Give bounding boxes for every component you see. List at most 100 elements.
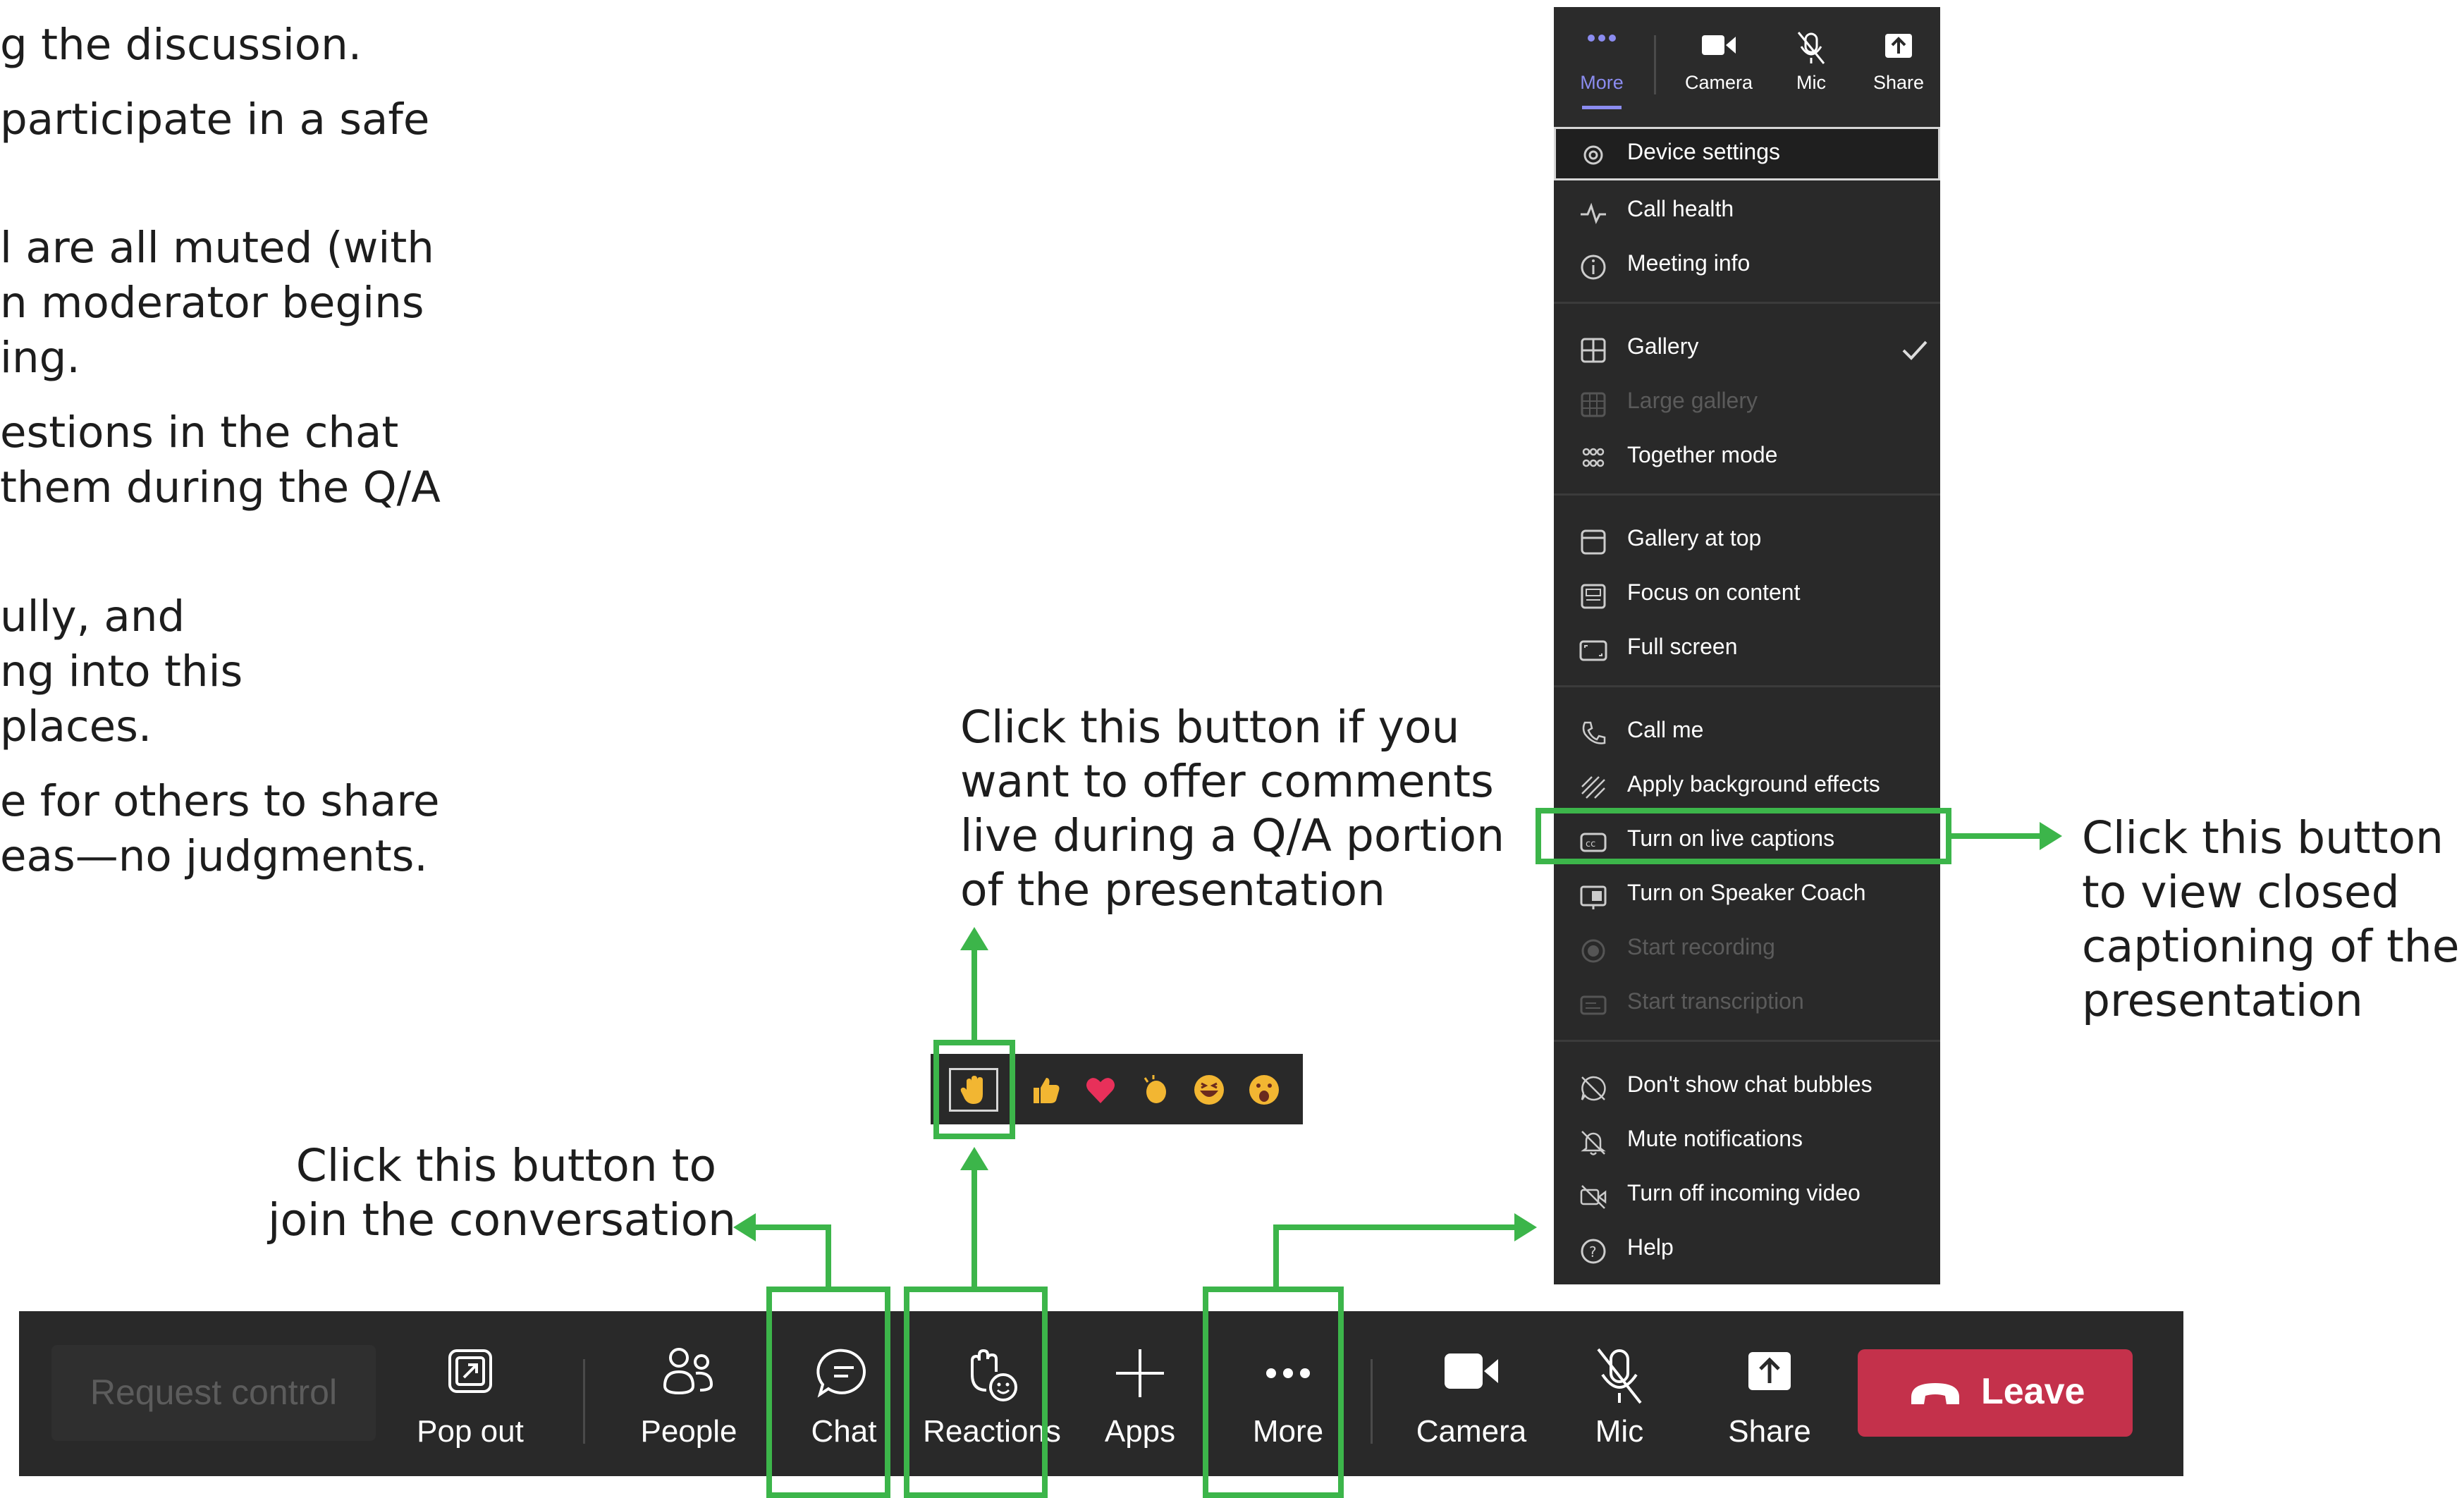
help-icon: ? bbox=[1581, 1239, 1606, 1264]
hang-up-icon bbox=[1911, 1383, 1959, 1404]
leave-label: Leave bbox=[1981, 1371, 2085, 1412]
share-icon bbox=[1885, 34, 1912, 58]
grid-icon bbox=[1581, 338, 1606, 363]
menu-item-label: Large gallery bbox=[1627, 388, 1758, 413]
leave-button[interactable]: Leave bbox=[1858, 1349, 2133, 1437]
more-highlight-box bbox=[1203, 1287, 1344, 1498]
menu-item-label: Device settings bbox=[1627, 139, 1780, 164]
ellipsis-icon bbox=[1588, 35, 1616, 42]
phone-icon bbox=[1582, 721, 1606, 744]
speaker-coach-icon bbox=[1580, 885, 1607, 909]
thumbs-up-icon[interactable] bbox=[1029, 1074, 1062, 1106]
focus-content-icon bbox=[1581, 584, 1606, 609]
menu-item-meeting-info[interactable]: Meeting info bbox=[1554, 240, 1940, 290]
chat-bubble-off-icon bbox=[1581, 1076, 1606, 1101]
bell-off-icon bbox=[1581, 1131, 1606, 1155]
camera-icon bbox=[1702, 35, 1736, 55]
menu-item-mute-notifications[interactable]: Mute notifications bbox=[1554, 1116, 1940, 1165]
menu-item-label: Start transcription bbox=[1627, 988, 1804, 1014]
menu-item-start-transcription: Start transcription bbox=[1554, 978, 1940, 1028]
menu-item-label: Focus on content bbox=[1627, 579, 1801, 605]
share-label: Share bbox=[1728, 1414, 1811, 1449]
request-control-label: Request control bbox=[90, 1373, 338, 1412]
fullscreen-icon bbox=[1579, 640, 1607, 661]
menu-item-gallery[interactable]: Gallery bbox=[1554, 324, 1940, 373]
divider bbox=[1654, 35, 1656, 94]
menu-item-gallery-at-top[interactable]: Gallery at top bbox=[1554, 515, 1940, 565]
toolbar-divider bbox=[1371, 1359, 1373, 1444]
gallery-top-icon bbox=[1581, 529, 1606, 555]
mic-button[interactable]: Mic bbox=[1556, 1311, 1683, 1476]
menu-separator bbox=[1554, 1040, 1940, 1042]
menu-item-call-me[interactable]: Call me bbox=[1554, 707, 1940, 756]
camera-icon bbox=[1445, 1353, 1498, 1389]
clapping-hands-icon[interactable] bbox=[1139, 1074, 1172, 1106]
mic-muted-icon bbox=[1597, 1348, 1642, 1404]
menu-item-label: Full screen bbox=[1627, 634, 1738, 659]
menu-item-label: Together mode bbox=[1627, 442, 1778, 467]
menu-item-label: Turn off incoming video bbox=[1627, 1180, 1861, 1205]
captions-highlight-box bbox=[1536, 808, 1951, 864]
menu-item-full-screen[interactable]: Full screen bbox=[1554, 624, 1940, 673]
menu-item-label: Mute notifications bbox=[1627, 1126, 1803, 1151]
meeting-toolbar: Request control Pop out People Chat Reac… bbox=[19, 1311, 2183, 1476]
menu-item-apply-background[interactable]: Apply background effects bbox=[1554, 761, 1940, 811]
pulse-icon bbox=[1581, 202, 1606, 224]
more-options-menu: More Camera Mic Share Device settings Ca… bbox=[1554, 7, 1940, 1284]
menu-item-label: Call me bbox=[1627, 717, 1704, 742]
raise-hand-highlight-box bbox=[933, 1040, 1015, 1139]
menu-item-label: Start recording bbox=[1627, 934, 1775, 959]
menu-item-label: Don't show chat bubbles bbox=[1627, 1072, 1872, 1097]
menu-item-speaker-coach[interactable]: Turn on Speaker Coach bbox=[1554, 870, 1940, 919]
menu-item-call-health[interactable]: Call health bbox=[1554, 186, 1940, 235]
checkmark-icon bbox=[1902, 340, 1927, 360]
menu-item-together-mode[interactable]: Together mode bbox=[1554, 432, 1940, 481]
menu-camera-button[interactable]: Camera bbox=[1675, 7, 1763, 127]
popout-label: Pop out bbox=[417, 1414, 524, 1449]
menu-share-button[interactable]: Share bbox=[1860, 7, 1937, 127]
surprised-face-icon[interactable] bbox=[1248, 1074, 1280, 1106]
menu-item-device-settings[interactable]: Device settings bbox=[1554, 127, 1940, 180]
share-button[interactable]: Share bbox=[1706, 1311, 1833, 1476]
camera-button[interactable]: Camera bbox=[1401, 1311, 1542, 1476]
menu-item-label: Turn on Speaker Coach bbox=[1627, 880, 1866, 905]
toolbar-divider bbox=[583, 1359, 585, 1444]
camera-label: Camera bbox=[1416, 1414, 1527, 1449]
menu-separator bbox=[1554, 493, 1940, 496]
menu-item-focus-on-content[interactable]: Focus on content bbox=[1554, 570, 1940, 619]
menu-item-label: Meeting info bbox=[1627, 250, 1751, 276]
gear-icon bbox=[1583, 145, 1603, 165]
laughing-face-icon[interactable] bbox=[1193, 1074, 1225, 1106]
menu-item-start-recording: Start recording bbox=[1554, 924, 1940, 974]
menu-separator bbox=[1554, 302, 1940, 304]
menu-more-button[interactable]: More bbox=[1564, 7, 1640, 127]
svg-text:?: ? bbox=[1589, 1244, 1597, 1260]
request-control-button: Request control bbox=[51, 1345, 376, 1441]
record-icon bbox=[1581, 939, 1605, 963]
menu-separator bbox=[1554, 685, 1940, 687]
transcription-icon bbox=[1580, 995, 1607, 1015]
apps-button[interactable]: Apps bbox=[1077, 1311, 1203, 1476]
menu-camera-label: Camera bbox=[1684, 72, 1753, 93]
heart-icon[interactable] bbox=[1084, 1074, 1117, 1106]
plus-icon bbox=[1116, 1349, 1164, 1397]
popout-icon bbox=[448, 1349, 492, 1393]
chat-highlight-box bbox=[766, 1287, 890, 1498]
mic-label: Mic bbox=[1595, 1414, 1644, 1449]
annotation-arrows bbox=[733, 822, 2062, 1287]
menu-item-label: Help bbox=[1627, 1234, 1674, 1260]
menu-mic-button[interactable]: Mic bbox=[1772, 7, 1850, 127]
share-icon bbox=[1748, 1352, 1791, 1390]
popout-button[interactable]: Pop out bbox=[414, 1311, 527, 1476]
active-indicator bbox=[1582, 106, 1622, 109]
menu-share-label: Share bbox=[1872, 72, 1925, 93]
info-icon bbox=[1581, 254, 1606, 280]
video-off-icon bbox=[1580, 1185, 1607, 1209]
people-button[interactable]: People bbox=[625, 1311, 752, 1476]
menu-item-label: Gallery at top bbox=[1627, 525, 1762, 551]
menu-item-incoming-video[interactable]: Turn off incoming video bbox=[1554, 1170, 1940, 1220]
people-icon bbox=[663, 1348, 713, 1395]
menu-item-help[interactable]: ? Help bbox=[1554, 1224, 1940, 1274]
menu-item-chat-bubbles[interactable]: Don't show chat bubbles bbox=[1554, 1062, 1940, 1111]
menu-item-label: Apply background effects bbox=[1627, 771, 1880, 797]
